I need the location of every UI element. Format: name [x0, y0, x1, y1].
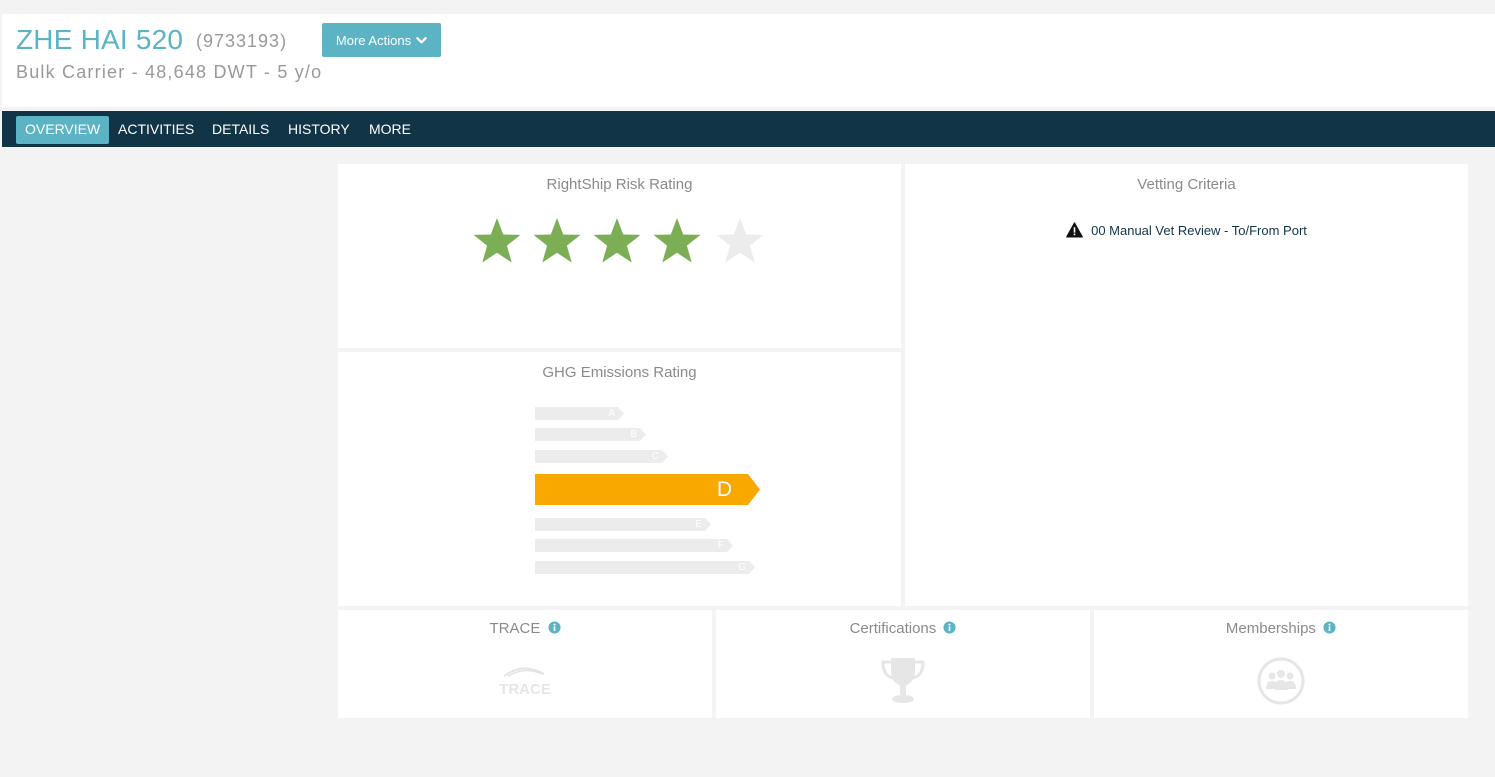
more-actions-label: More Actions [335, 32, 412, 48]
star-icon [593, 218, 641, 263]
tab-activities[interactable]: ACTIVITIES [109, 116, 203, 144]
vetting-item: 00 Manual Vet Review - To/From Port [905, 222, 1468, 238]
trace-logo-icon: TRACE [499, 667, 551, 698]
trace-card: TRACE TRACE [338, 610, 712, 718]
star-icon [716, 218, 764, 263]
imo-number: (9733193) [196, 31, 288, 51]
memberships-title-row: Memberships [1094, 620, 1468, 637]
trace-title-row: TRACE [338, 620, 712, 637]
vessel-name: ZHE HAI 520 [16, 24, 184, 55]
trophy-icon [881, 658, 925, 703]
ghg-label-e: E [695, 519, 702, 530]
tab-overview[interactable]: OVERVIEW [16, 116, 110, 144]
tab-more[interactable]: MORE [360, 116, 420, 144]
vetting-criteria-card: Vetting Criteria 00 Manual Vet Review - … [905, 164, 1468, 606]
ghg-bar-c: C [535, 450, 668, 463]
ghg-bar-f: F [535, 539, 733, 552]
ghg-label-g: G [738, 562, 746, 573]
ghg-label-c: C [651, 451, 659, 462]
certifications-title-row: Certifications [716, 620, 1090, 637]
group-icon [1257, 657, 1305, 705]
info-icon[interactable] [943, 621, 956, 634]
ghg-label-a: A [608, 408, 615, 419]
ghg-label-b: B [630, 429, 637, 440]
trace-title: TRACE [489, 620, 541, 637]
star-icon [533, 218, 581, 263]
warning-icon [1066, 222, 1083, 238]
ghg-bar-a: A [535, 407, 624, 420]
tab-history[interactable]: HISTORY [279, 116, 359, 144]
ghg-label-f: F [717, 540, 724, 551]
main-navbar: OVERVIEW ACTIVITIES DETAILS HISTORY MORE [2, 111, 1495, 147]
info-icon[interactable] [1323, 621, 1336, 634]
risk-rating-card: RightShip Risk Rating [338, 164, 901, 348]
memberships-card: Memberships [1094, 610, 1468, 718]
ghg-bar-e: E [535, 518, 711, 531]
ghg-label-d: D [716, 478, 732, 501]
ghg-rating-card: GHG Emissions Rating A B C D E F G [338, 352, 901, 606]
star-icon [653, 218, 701, 263]
risk-rating-title: RightShip Risk Rating [546, 176, 693, 193]
trace-logo-text: TRACE [499, 681, 551, 698]
certifications-title: Certifications [849, 620, 937, 637]
certifications-card: Certifications [716, 610, 1090, 718]
vetting-criteria-title: Vetting Criteria [1137, 176, 1236, 193]
ghg-bar-d: D [535, 474, 760, 505]
ghg-bar-g: G [535, 561, 755, 574]
chevron-down-icon [416, 36, 427, 43]
ghg-bar-b: B [535, 428, 646, 441]
vetting-item-label: 00 Manual Vet Review - To/From Port [1091, 222, 1307, 238]
star-icon [473, 218, 521, 263]
ghg-rating-title: GHG Emissions Rating [542, 364, 697, 381]
info-icon[interactable] [547, 621, 561, 634]
more-actions-button[interactable]: More Actions [322, 23, 441, 57]
vessel-header: ZHE HAI 520 (9733193) Bulk Carrier - 48,… [2, 14, 1495, 107]
memberships-title: Memberships [1225, 620, 1316, 637]
vessel-subtitle: Bulk Carrier - 48,648 DWT - 5 y/o [16, 62, 323, 82]
tab-details[interactable]: DETAILS [203, 116, 278, 144]
star-rating [472, 216, 772, 266]
